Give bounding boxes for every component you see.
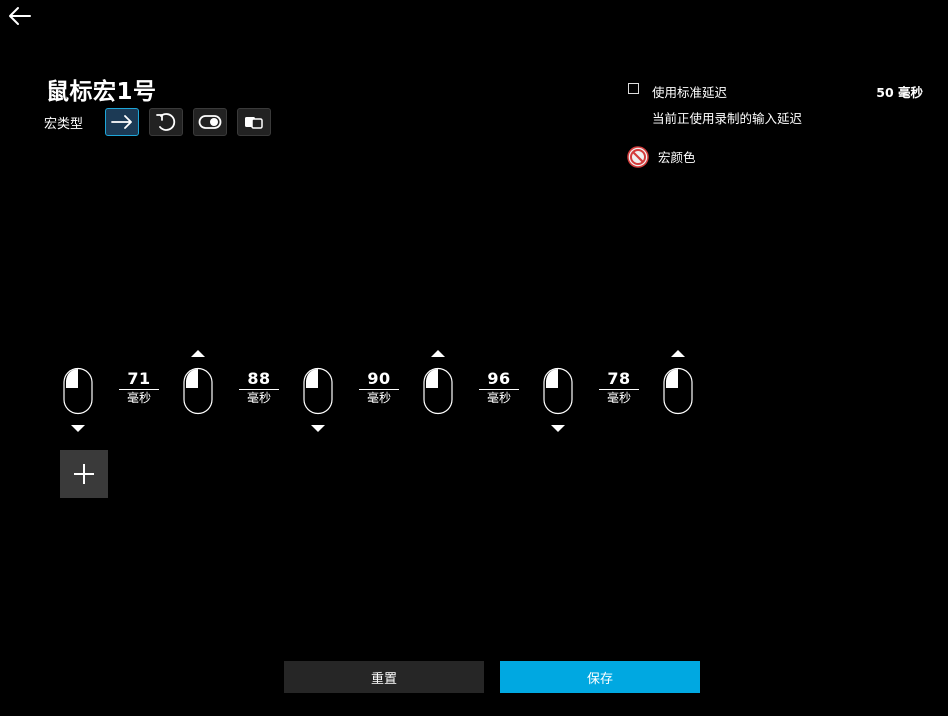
toggle-icon [198, 115, 222, 129]
sequence-icon [245, 117, 263, 129]
sequence-delay[interactable]: 71 毫秒 [119, 369, 159, 407]
key-down-arrow-icon [311, 425, 325, 432]
sequence-step-mouse-down[interactable] [302, 350, 334, 432]
add-step-button[interactable] [60, 450, 108, 498]
arrow-right-icon [111, 115, 132, 129]
standard-delay-checkbox[interactable] [628, 83, 639, 94]
key-down-arrow-icon [71, 425, 85, 432]
mouse-left-button-icon [183, 367, 213, 415]
sequence-step-mouse-down[interactable] [62, 350, 94, 432]
standard-delay-value: 50 毫秒 [876, 85, 923, 100]
macro-color-label: 宏颜色 [658, 150, 696, 165]
back-arrow-icon [9, 7, 31, 25]
repeat-loop-icon [156, 113, 176, 131]
sequence-step-mouse-up[interactable] [182, 350, 214, 419]
sequence-delay[interactable]: 90 毫秒 [359, 369, 399, 407]
sequence-delay[interactable]: 96 毫秒 [479, 369, 519, 407]
key-up-arrow-icon [191, 350, 205, 357]
plus-icon [74, 464, 94, 484]
macro-title: 鼠标宏1号 [46, 79, 157, 105]
sequence-step-mouse-up[interactable] [662, 350, 694, 419]
key-up-arrow-icon [671, 350, 685, 357]
sequence-step-mouse-down[interactable] [542, 350, 574, 432]
macro-type-sequence-button[interactable] [237, 108, 271, 136]
no-color-icon [627, 146, 649, 168]
mouse-left-button-icon [63, 367, 93, 415]
mouse-left-button-icon [303, 367, 333, 415]
macro-type-label: 宏类型 [44, 117, 84, 132]
recorded-delay-text: 当前正使用录制的输入延迟 [652, 111, 803, 126]
macro-type-toggle-button[interactable] [193, 108, 227, 136]
back-button[interactable] [6, 4, 34, 28]
key-up-arrow-icon [431, 350, 445, 357]
mouse-left-button-icon [423, 367, 453, 415]
macro-type-no-repeat-button[interactable] [105, 108, 139, 136]
macro-color-button[interactable] [627, 146, 649, 168]
sequence-delay[interactable]: 78 毫秒 [599, 369, 639, 407]
mouse-left-button-icon [543, 367, 573, 415]
standard-delay-label: 使用标准延迟 [652, 85, 728, 100]
macro-type-repeat-button[interactable] [149, 108, 183, 136]
mouse-left-button-icon [663, 367, 693, 415]
sequence-step-mouse-up[interactable] [422, 350, 454, 419]
key-down-arrow-icon [551, 425, 565, 432]
reset-button[interactable]: 重置 [284, 661, 484, 693]
sequence-delay[interactable]: 88 毫秒 [239, 369, 279, 407]
save-button[interactable]: 保存 [500, 661, 700, 693]
